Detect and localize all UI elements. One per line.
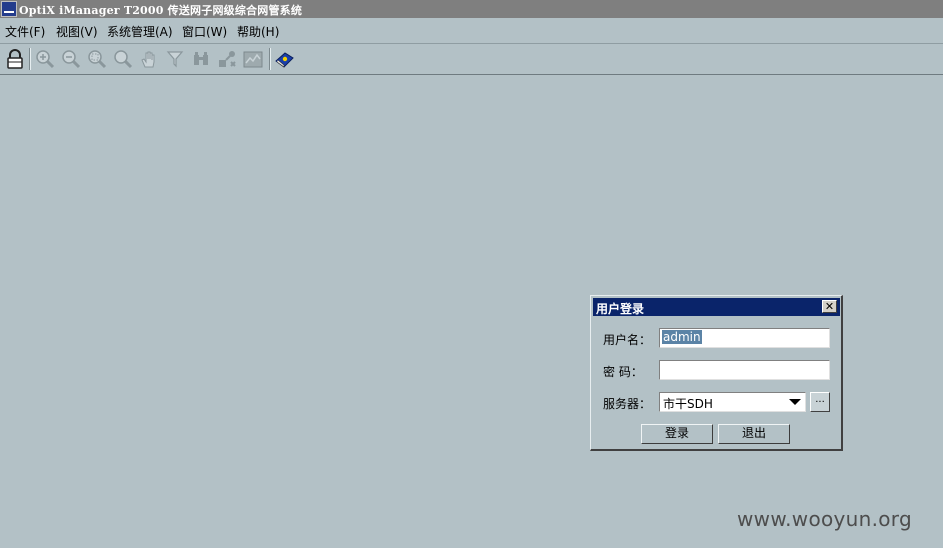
chevron-down-icon[interactable] (789, 399, 801, 405)
toolbar-separator (269, 48, 271, 70)
server-select[interactable]: 市干SDH (659, 392, 806, 412)
toolbar-separator (29, 48, 31, 70)
zoom-out-icon[interactable] (61, 49, 81, 69)
binoculars-search-icon[interactable] (191, 49, 211, 69)
zoom-area-icon[interactable] (87, 49, 107, 69)
topology-link-icon[interactable] (217, 49, 237, 69)
username-value: admin (662, 330, 702, 344)
help-book-icon[interactable] (274, 49, 294, 69)
close-icon[interactable]: ✕ (822, 300, 837, 313)
toolbar (0, 44, 943, 75)
zoom-in-icon[interactable] (35, 49, 55, 69)
username-field[interactable]: admin (659, 328, 830, 348)
menu-view[interactable]: 视图(V) (56, 23, 98, 40)
map-view-icon[interactable] (243, 49, 263, 69)
zoom-reset-icon[interactable] (113, 49, 133, 69)
username-label: 用户名： (603, 333, 652, 347)
server-label: 服务器： (603, 397, 652, 411)
login-button[interactable]: 登录 (641, 424, 713, 444)
exit-button[interactable]: 退出 (718, 424, 790, 444)
menu-window[interactable]: 窗口(W) (182, 23, 227, 40)
menu-help[interactable]: 帮助(H) (237, 23, 279, 40)
password-field[interactable] (659, 360, 830, 380)
optix-app-icon (1, 1, 17, 17)
lock-icon[interactable] (5, 49, 25, 69)
window-title: OptiX iManager T2000 传送网子网级综合网管系统 (19, 4, 303, 17)
window-titlebar: OptiX iManager T2000 传送网子网级综合网管系统 (0, 0, 943, 18)
hand-pan-icon[interactable] (139, 49, 159, 69)
browse-server-button[interactable]: ... (810, 392, 830, 412)
server-selected-value: 市干SDH (663, 397, 713, 411)
menu-file[interactable]: 文件(F) (5, 23, 45, 40)
password-label: 密 码： (603, 365, 643, 379)
dialog-title: 用户登录 (596, 302, 645, 316)
watermark: www.wooyun.org (737, 507, 912, 531)
login-dialog: 用户登录 ✕ 用户名： admin 密 码： 服务器： 市干SDH ... 登录… (590, 295, 843, 451)
dialog-titlebar: 用户登录 ✕ (593, 298, 840, 316)
menu-system-admin[interactable]: 系统管理(A) (107, 23, 173, 40)
menu-bar: 文件(F) 视图(V) 系统管理(A) 窗口(W) 帮助(H) (0, 18, 943, 44)
filter-icon[interactable] (165, 49, 185, 69)
